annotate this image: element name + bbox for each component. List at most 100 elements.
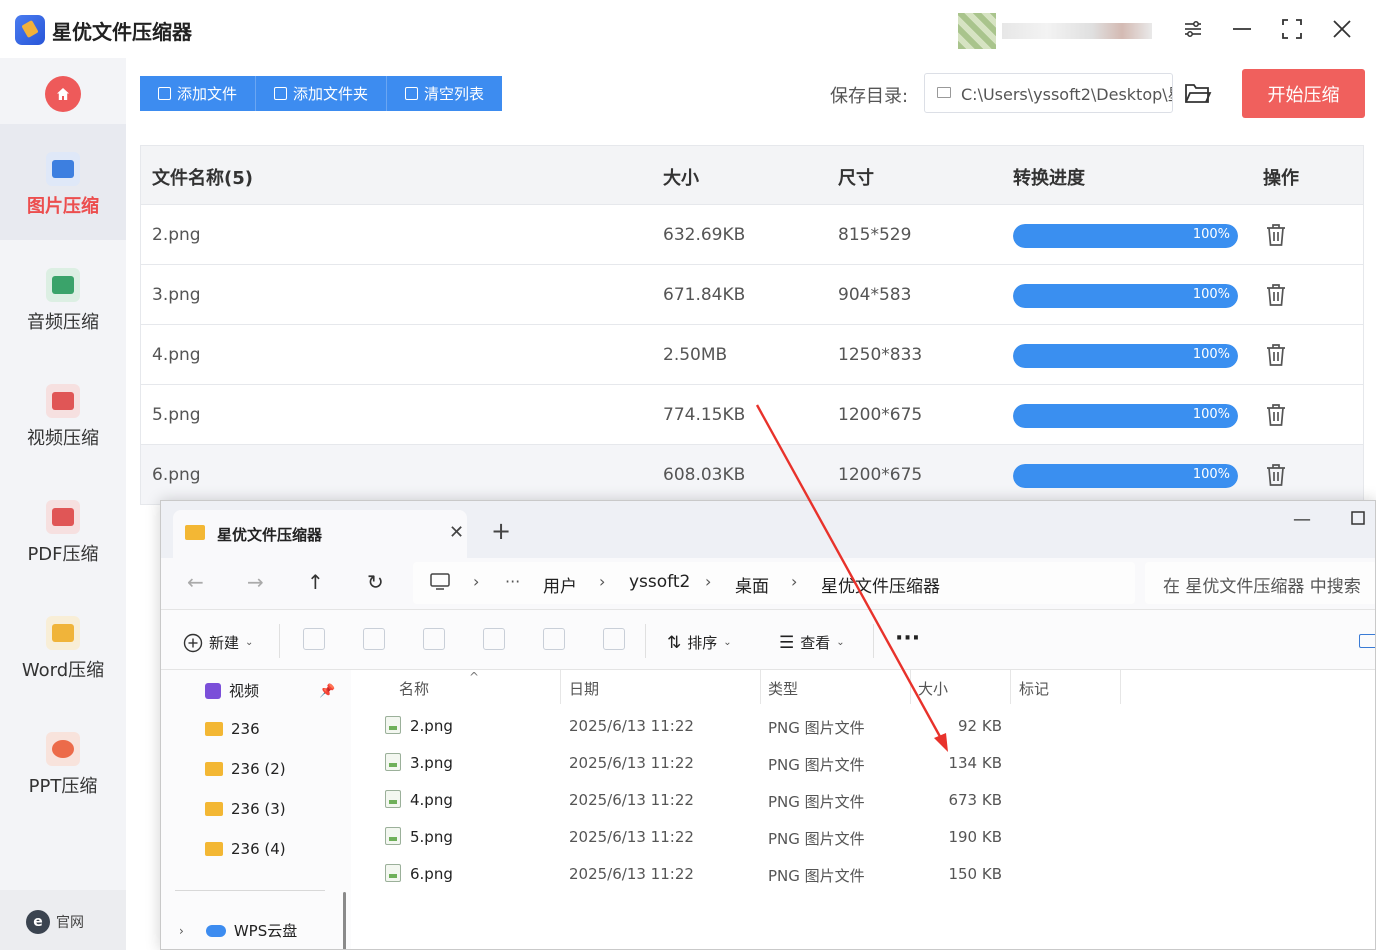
delete-icon[interactable]	[603, 628, 625, 650]
cloud-icon	[205, 924, 226, 937]
progress-label: 100%	[1192, 407, 1230, 422]
add-folder-button[interactable]: 添加文件夹	[256, 76, 388, 111]
trash-icon[interactable]	[1265, 283, 1287, 307]
start-compress-button[interactable]: 开始压缩	[1242, 69, 1365, 118]
table-row[interactable]: 2.png 632.69KB 815*529 100%	[141, 205, 1363, 265]
more-options-icon[interactable]: ···	[895, 626, 920, 651]
add-file-button[interactable]: 添加文件	[140, 76, 257, 111]
nav-tree-item[interactable]: 236	[205, 720, 260, 738]
sidebar-item-image[interactable]: 图片压缩	[0, 124, 126, 240]
table-row[interactable]: 5.png 774.15KB 1200*675 100%	[141, 385, 1363, 445]
table-row[interactable]: 4.png 2.50MB 1250*833 100%	[141, 325, 1363, 385]
cut-icon[interactable]	[303, 628, 325, 650]
col-name[interactable]: 名称	[399, 678, 429, 699]
file-type: PNG 图片文件	[768, 719, 865, 737]
clear-list-button[interactable]: 清空列表	[387, 76, 503, 111]
user-account[interactable]	[958, 13, 1153, 49]
settings-icon[interactable]	[1178, 14, 1208, 44]
nav-tree-label: 236	[231, 720, 260, 738]
home-button[interactable]	[45, 76, 81, 112]
details-pane-icon[interactable]	[1359, 634, 1375, 648]
folder-icon	[205, 722, 223, 736]
png-file-icon	[385, 753, 401, 771]
breadcrumb-folder[interactable]: 星优文件压缩器	[821, 572, 940, 597]
sidebar-item-word[interactable]: Word压缩	[0, 588, 126, 704]
table-row[interactable]: 6.png 608.03KB 1200*675 100%	[141, 445, 1363, 505]
rename-icon[interactable]	[483, 628, 505, 650]
maximize-icon[interactable]	[1351, 509, 1365, 530]
search-input[interactable]: 在 星优文件压缩器 中搜索	[1145, 562, 1375, 604]
explorer-address-bar: ← → ↑ ↻ › ··· 用户 › yssoft2 › 桌面 › 星优文件压缩…	[161, 558, 1375, 610]
website-link[interactable]: e 官网	[26, 910, 84, 934]
pin-icon[interactable]: 📌	[319, 684, 335, 699]
trash-icon[interactable]	[1265, 463, 1287, 487]
close-icon[interactable]	[1327, 14, 1357, 44]
close-tab-icon[interactable]: ✕	[449, 522, 464, 543]
nav-tree-item[interactable]: 236 (4)	[205, 840, 286, 858]
file-type: PNG 图片文件	[768, 867, 865, 885]
progress-bar: 100%	[1013, 344, 1238, 368]
nav-scrollbar[interactable]	[343, 892, 346, 949]
col-tags[interactable]: 标记	[1019, 678, 1049, 699]
sidebar-item-audio[interactable]: 音频压缩	[0, 240, 126, 356]
col-date[interactable]: 日期	[569, 678, 599, 699]
sort-icon: ⇅	[667, 632, 682, 653]
col-name: 文件名称(5)	[152, 168, 253, 189]
video-folder-icon	[205, 682, 221, 699]
image-icon	[46, 152, 80, 186]
list-item[interactable]: 2.png 2025/6/13 11:22 PNG 图片文件 92 KB	[357, 708, 1375, 745]
new-button[interactable]: 新建 ⌄	[183, 632, 253, 653]
forward-icon[interactable]: →	[247, 570, 264, 594]
file-dimensions: 815*529	[838, 225, 912, 245]
trash-icon[interactable]	[1265, 343, 1287, 367]
sort-button[interactable]: ⇅ 排序 ⌄	[667, 632, 732, 653]
breadcrumb-users[interactable]: 用户	[543, 572, 577, 597]
sidebar-item-ppt[interactable]: PPT压缩	[0, 704, 126, 820]
minimize-icon[interactable]	[1227, 14, 1257, 44]
breadcrumb-desktop[interactable]: 桌面	[735, 572, 769, 597]
file-name: 5.png	[152, 405, 201, 425]
trash-icon[interactable]	[1265, 403, 1287, 427]
list-item[interactable]: 4.png 2025/6/13 11:22 PNG 图片文件 673 KB	[357, 782, 1375, 819]
file-dimensions: 1250*833	[838, 345, 923, 365]
up-icon[interactable]: ↑	[307, 570, 324, 594]
sidebar-item-label: PDF压缩	[27, 544, 99, 565]
list-item[interactable]: 6.png 2025/6/13 11:22 PNG 图片文件 150 KB	[357, 856, 1375, 893]
view-button[interactable]: ☰ 查看 ⌄	[779, 632, 845, 653]
list-item[interactable]: 5.png 2025/6/13 11:22 PNG 图片文件 190 KB	[357, 819, 1375, 856]
col-size[interactable]: 大小	[918, 678, 948, 699]
wps-cloud-item[interactable]: › WPS云盘	[179, 920, 297, 941]
file-type: PNG 图片文件	[768, 830, 865, 848]
col-type[interactable]: 类型	[768, 678, 798, 699]
file-date: 2025/6/13 11:22	[569, 865, 694, 883]
paste-icon[interactable]	[423, 628, 445, 650]
nav-tree-item[interactable]: 236 (3)	[205, 800, 286, 818]
copy-icon[interactable]	[363, 628, 385, 650]
progress-bar: 100%	[1013, 224, 1238, 248]
share-icon[interactable]	[543, 628, 565, 650]
new-tab-icon[interactable]: +	[491, 517, 511, 545]
nav-tree-label: 236 (4)	[231, 840, 286, 858]
minimize-icon[interactable]: —	[1293, 509, 1311, 530]
breadcrumb-user[interactable]: yssoft2	[629, 572, 690, 592]
explorer-tab[interactable]: 星优文件压缩器 ✕	[173, 510, 467, 558]
folder-icon	[937, 87, 951, 98]
file-size: 92 KB	[958, 717, 1002, 735]
file-type: PNG 图片文件	[768, 793, 865, 811]
progress-label: 100%	[1192, 287, 1230, 302]
table-row[interactable]: 3.png 671.84KB 904*583 100%	[141, 265, 1363, 325]
browse-folder-icon[interactable]	[1184, 80, 1212, 106]
back-icon[interactable]: ←	[187, 570, 204, 594]
sidebar-item-pdf[interactable]: PDF压缩	[0, 472, 126, 588]
list-item[interactable]: 3.png 2025/6/13 11:22 PNG 图片文件 134 KB	[357, 745, 1375, 782]
nav-tree-item[interactable]: 236 (2)	[205, 760, 286, 778]
save-dir-input[interactable]: C:\Users\yssoft2\Desktop\星	[924, 73, 1173, 113]
maximize-icon[interactable]	[1277, 14, 1307, 44]
sidebar-item-video[interactable]: 视频压缩	[0, 356, 126, 472]
address-input[interactable]: › ··· 用户 › yssoft2 › 桌面 › 星优文件压缩器	[413, 562, 1135, 604]
explorer-tab-title: 星优文件压缩器	[217, 526, 323, 544]
file-size: 632.69KB	[663, 225, 746, 245]
refresh-icon[interactable]: ↻	[367, 570, 384, 594]
trash-icon[interactable]	[1265, 223, 1287, 247]
nav-tree-item[interactable]: 视频	[205, 680, 259, 701]
